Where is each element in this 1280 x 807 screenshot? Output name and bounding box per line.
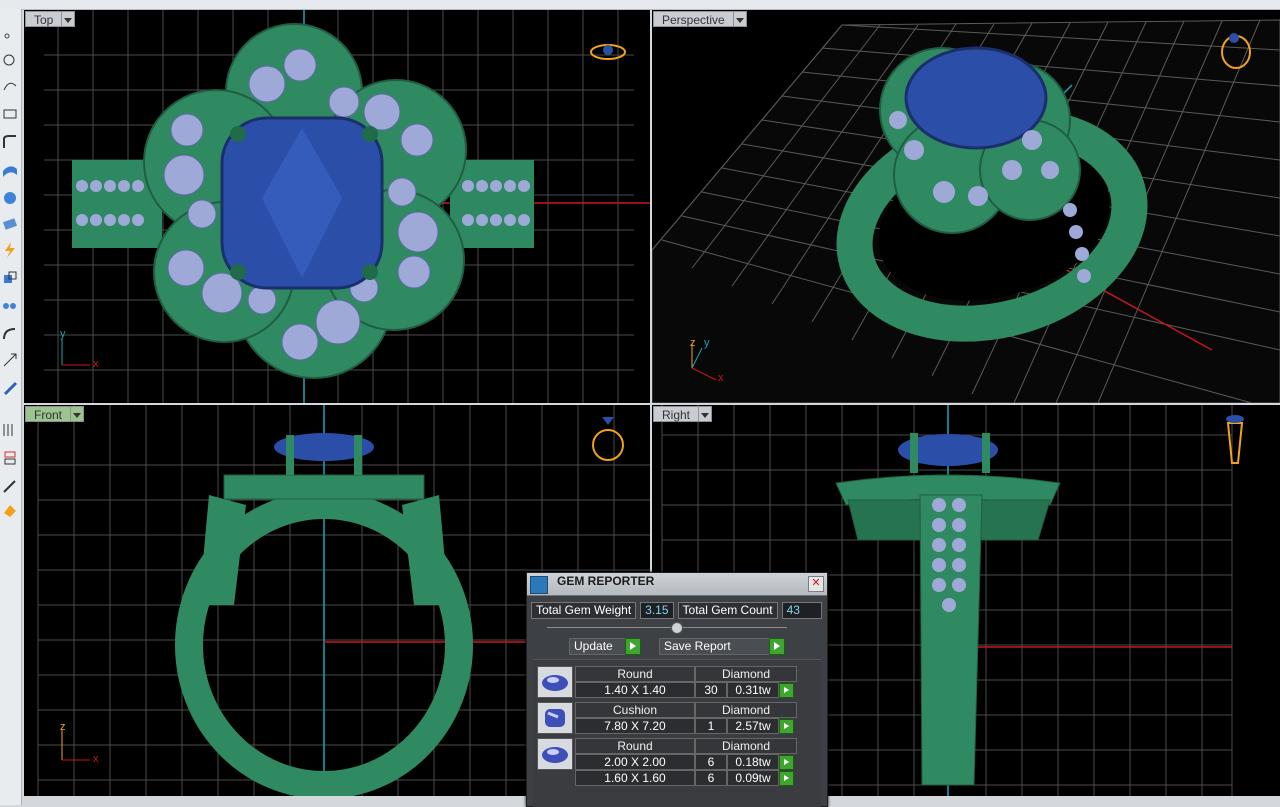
gem-material: Diamond	[695, 702, 797, 718]
surface-tool-icon[interactable]	[1, 161, 19, 179]
viewport-label-top[interactable]: Top	[25, 11, 76, 27]
layer-tool-icon[interactable]	[1, 449, 19, 467]
chevron-down-icon[interactable]	[698, 406, 713, 422]
rectangle-tool-icon[interactable]	[1, 105, 19, 123]
chevron-down-icon[interactable]	[61, 11, 76, 27]
paint-tool-icon[interactable]	[1, 501, 19, 519]
lightning-tool-icon[interactable]	[1, 241, 19, 259]
boolean-tool-icon[interactable]	[1, 269, 19, 287]
gem-weight: 0.09tw	[727, 770, 779, 786]
gem-size: 2.00 X 2.00	[575, 754, 695, 770]
gem-reporter-panel: GEM REPORTER ✕ Total Gem Weight 3.15 Tot…	[526, 572, 828, 807]
axis-label-z: z	[60, 721, 66, 733]
viewport-title: Front	[25, 406, 71, 422]
gem-count: 1	[695, 718, 727, 734]
axis-label-x: x	[718, 372, 724, 384]
scale-tool-icon[interactable]	[1, 351, 19, 369]
gem-weight: 0.31tw	[727, 682, 779, 698]
save-report-button-label: Save Report	[664, 639, 731, 653]
axis-label-y: y	[704, 337, 710, 349]
point-tool-icon[interactable]	[1, 27, 19, 45]
gem-reporter-title: GEM REPORTER	[557, 574, 655, 588]
axis-label-x: x	[93, 358, 99, 370]
gem-size: 1.40 X 1.40	[575, 682, 695, 698]
total-gem-count-label: Total Gem Count	[677, 602, 778, 619]
update-button[interactable]: Update	[569, 638, 641, 655]
top-strip	[0, 0, 1280, 10]
round-gem-icon	[537, 666, 573, 698]
circle-tool-icon[interactable]	[1, 51, 19, 69]
viewport-perspective[interactable]: Perspective z y x	[652, 10, 1280, 403]
gem-material: Diamond	[695, 666, 797, 682]
top-view-canvas	[44, 10, 650, 403]
sphere-tool-icon[interactable]	[1, 189, 19, 207]
gem-reporter-titlebar[interactable]: GEM REPORTER ✕	[527, 573, 827, 596]
select-gems-button[interactable]	[779, 771, 794, 786]
grid-tool-icon[interactable]	[1, 421, 19, 439]
panel-separator	[547, 627, 787, 628]
total-gem-weight-value: 3.15	[640, 602, 674, 619]
viewport-title: Top	[25, 11, 62, 27]
cushion-gem-icon	[537, 702, 573, 734]
update-button-label: Update	[574, 639, 613, 653]
gem-weight: 2.57tw	[727, 718, 779, 734]
viewport-label-front[interactable]: Front	[25, 406, 85, 422]
play-icon	[769, 638, 785, 655]
gem-reporter-icon	[530, 576, 548, 594]
gem-shape: Cushion	[575, 702, 695, 718]
splitter-handle[interactable]	[671, 622, 683, 634]
gem-weight: 0.18tw	[727, 754, 779, 770]
left-toolbar	[0, 9, 22, 805]
viewport-title: Perspective	[653, 11, 733, 27]
total-gem-count-value: 43	[781, 602, 822, 619]
chevron-down-icon[interactable]	[70, 406, 85, 422]
bend-tool-icon[interactable]	[1, 325, 19, 343]
measure-tool-icon[interactable]	[1, 379, 19, 397]
perspective-view-canvas	[652, 19, 1280, 403]
close-icon[interactable]: ✕	[808, 576, 824, 592]
gem-size: 1.60 X 1.60	[575, 770, 695, 786]
gem-list: Round Diamond 1.40 X 1.40 30 0.31tw Cush…	[533, 659, 821, 807]
gem-material: Diamond	[695, 738, 797, 754]
gem-size: 7.80 X 7.20	[575, 718, 695, 734]
select-gems-button[interactable]	[779, 683, 794, 698]
gem-count: 6	[695, 754, 727, 770]
fillet-tool-icon[interactable]	[1, 133, 19, 151]
gem-shape: Round	[575, 666, 695, 682]
axis-label-x: x	[93, 753, 99, 765]
round-gem-icon	[537, 738, 573, 770]
total-gem-weight-label: Total Gem Weight	[531, 602, 637, 619]
gem-count: 6	[695, 770, 727, 786]
axis-label-z: z	[690, 337, 696, 349]
save-report-button[interactable]: Save Report	[659, 638, 785, 655]
viewport-label-perspective[interactable]: Perspective	[653, 11, 747, 27]
curve-tool-icon[interactable]	[1, 77, 19, 95]
viewport-label-right[interactable]: Right	[653, 406, 713, 422]
select-gems-button[interactable]	[779, 755, 794, 770]
play-icon	[625, 638, 641, 655]
totals-row: Total Gem Weight 3.15 Total Gem Count 43	[531, 602, 822, 619]
select-gems-button[interactable]	[779, 719, 794, 734]
viewport-title: Right	[653, 406, 699, 422]
chevron-down-icon[interactable]	[732, 11, 747, 27]
mesh-tool-icon[interactable]	[1, 215, 19, 233]
gem-shape: Round	[575, 738, 695, 754]
gems-tool-icon[interactable]	[1, 297, 19, 315]
gem-count: 30	[695, 682, 727, 698]
axis-label-y: y	[60, 328, 66, 340]
viewport-top[interactable]: Top y x	[24, 10, 650, 403]
pen-tool-icon[interactable]	[1, 477, 19, 495]
